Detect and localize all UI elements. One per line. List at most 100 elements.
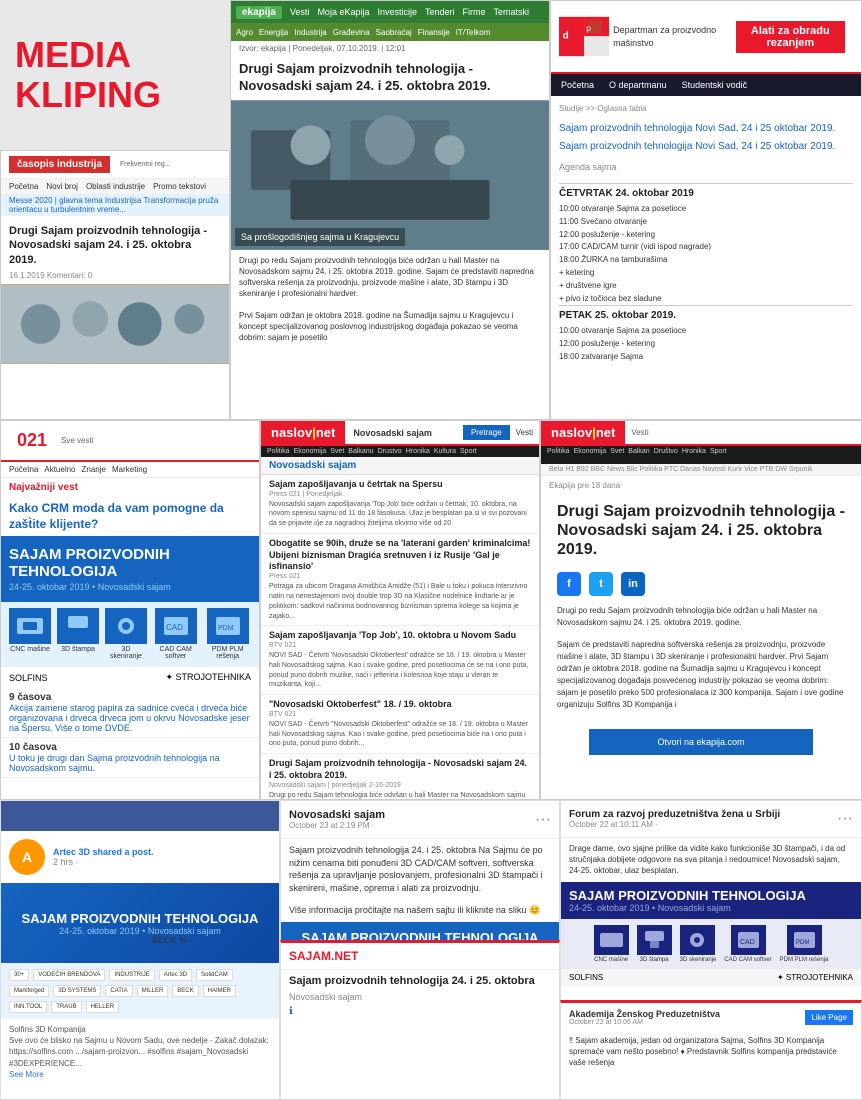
sajam-net-subtitle: Novosadski sajam [281,992,559,1002]
departman-nav-home[interactable]: Početna [561,80,594,90]
naslovi-nav-hronika[interactable]: Hronika [406,448,430,455]
forum-solfins-label: SOLFINS [569,973,603,982]
linkedin-btn[interactable]: in [621,572,645,596]
fb-novosadski-more-text: Više informacija pročitajte na našem saj… [281,899,559,922]
o21-sajam-title: SAJAM PROIZVODNIH TEHNOLOGIJA [9,546,251,580]
ekapija-nav-firme[interactable]: Firme [463,7,486,17]
academy-like-btn[interactable]: Like Page [805,1010,853,1025]
forum-icon-cnc: CNC mašine [594,925,629,963]
forum-icon-3d-label: 3D štampa [637,957,672,963]
o21-nav-znanje[interactable]: Znanje [82,465,106,474]
naslovi-nav-svet[interactable]: Svet [330,448,344,455]
naslovi-article-5-title[interactable]: Drugi Sajam proizvodnih tehnologija - No… [269,758,531,781]
naslovi-right-nav-balkan[interactable]: Balkan [628,448,649,462]
fb-novosadski-name-date: Novosadski sajam October 23 at 2:19 PM · [289,809,385,830]
naslovi-nav-drustvo[interactable]: Drustvo [378,448,402,455]
naslovi-article-4-title[interactable]: "Novosadski Oktoberfest" 18. / 19. oktob… [269,699,531,711]
industrija-nav-novi[interactable]: Novi broj [46,182,78,191]
naslovi-article-5: Drugi Sajam proizvodnih tehnologija - No… [261,754,539,800]
naslovi-article-3: Sajam zapošljavanja 'Top Job', 10. oktob… [261,626,539,695]
naslovi-right-nav-svet[interactable]: Svet [610,448,624,462]
ekapija-subnav-industrija[interactable]: Industrija [294,28,326,37]
naslovi-nav-balkan[interactable]: Balkanu [348,448,373,455]
industrija-nav-oblasti[interactable]: Oblasti industrije [86,182,145,191]
o21-nav-aktuelno[interactable]: Aktuelno [44,465,75,474]
naslovi-right-nav-hronika[interactable]: Hronika [682,448,706,462]
naslovi-right-nav-politika[interactable]: Politika [547,448,570,462]
ekapija-nav-moja[interactable]: Moja eKapija [317,7,369,17]
fb-solfins-company[interactable]: Solfins 3D Kompanija [9,1024,271,1035]
ekapija-logo-text: ekapija [236,6,282,19]
o21-time-article-1[interactable]: Akcija zamene starog papira za sadnice c… [9,703,251,733]
forum-icon-pdm-label: PDM PLM rešenja [780,957,829,963]
naslovi-right-nav-sport[interactable]: Sport [710,448,727,462]
naslovi-right-nav-drustvo[interactable]: Društvo [654,448,678,462]
ekapija-subnav-finansije[interactable]: Finansije [418,28,450,37]
o21-time-article-2[interactable]: U toku je drugi dan Sajma proizvodnih te… [9,753,251,773]
naslovi-nav-kultura[interactable]: Kultura [434,448,456,455]
departman-nav-guide[interactable]: Studentski vodič [682,80,748,90]
ekapija-subnav-saobracaj[interactable]: Saobraćaj [376,28,412,37]
o21-nav-pocetna[interactable]: Početna [9,465,38,474]
schedule-friday-2: 12:00 posluženje - ketering [559,338,853,351]
fb-solfins-see-more[interactable]: See More [9,1069,271,1080]
naslovi-nav-sport[interactable]: Sport [460,448,477,455]
ekapija-subnav-it[interactable]: IT/Telkom [456,28,491,37]
naslovi-article-2-title[interactable]: Obogatite se 90ih, druže se na 'laterani… [269,538,531,573]
fb-solfins-name[interactable]: Artec 3D shared a post. [53,847,154,857]
naslovi-right-block: naslov|net Vesti Politika Ekonomija Svet… [540,420,862,800]
naslovi-left-section: Novosadski sajam [345,424,440,442]
o21-icon-cnc-img [9,608,51,644]
fb-novosadski-more-btn[interactable]: ··· [535,811,551,829]
fb-logo-30plus: 30+ [9,969,29,981]
forum-zena-sajam-banner: SAJAM PROIZVODNIH TEHNOLOGIJA 24-25. okt… [561,882,861,919]
fb-novosadski-date: October 23 at 2:19 PM · [289,821,385,830]
o21-nav-marketing[interactable]: Marketing [112,465,147,474]
facebook-btn[interactable]: f [557,572,581,596]
naslovi-nav-ekonomija[interactable]: Ekonomija [294,448,327,455]
ekapija-subnav-agro[interactable]: Agro [236,28,253,37]
o21-time-section-1: 9 časova Akcija zamene starog papira za … [1,688,259,738]
forum-zena-name[interactable]: Forum za razvoj preduzetništva žena u Sr… [569,809,780,820]
departman-link-1[interactable]: Sajam proizvodnih tehnologija Novi Sad, … [559,121,853,136]
forum-icon-sken: 3D skeniranje [680,925,717,963]
ekapija-nav-vesti[interactable]: Vesti [290,7,310,17]
o21-solfins-label: SOLFINS [9,673,48,683]
o21-icon-3d-sken-img [105,608,147,644]
industrija-nav-home[interactable]: Početna [9,182,38,191]
forum-zena-more-btn[interactable]: ··· [837,810,853,828]
fb-novosadski-name[interactable]: Novosadski sajam [289,809,385,821]
ekapija-nav-investicije[interactable]: Investicije [377,7,417,17]
naslovi-left-btn[interactable]: Pretrage [463,425,510,440]
departman-link-2[interactable]: Sajam proizvodnih tehnologija Novi Sad, … [559,139,853,154]
industrija-article-title: Drugi Sajam proizvodnih tehnologija - No… [1,216,229,271]
o21-icon-cadcam: CAD CAD CAM softver [153,608,198,660]
departman-nav-about[interactable]: O departmanu [609,80,667,90]
departman-nav: Početna O departmanu Studentski vodič [551,74,861,96]
naslovi-right-social-btns: f t in [549,568,853,600]
ekapija-nav-tematski[interactable]: Tematski [494,7,530,17]
o21-article-title[interactable]: Kako CRM moda da vam pomogne da zašt̀ite… [1,497,259,536]
academy-name[interactable]: Akademija Ženskog Preduzetništva [569,1009,720,1019]
ekapija-open-btn[interactable]: Otvori na ekapija.com [589,729,813,755]
industrija-logo: časopis industrija [9,156,110,173]
industrija-nav-promo[interactable]: Promo tekstovi [153,182,206,191]
naslovi-right-article-title[interactable]: Drugi Sajam proizvodnih tehnologija - No… [549,494,853,568]
o21-nav-home[interactable]: Sve vesti [61,436,93,445]
schedule-item-7: + društvene igre [559,280,853,293]
naslovi-nav-politika[interactable]: Politika [267,448,290,455]
ekapija-subnav-gradjevina[interactable]: Građevina [333,28,370,37]
sajam-net-article-title[interactable]: Sajam proizvodnih tehnologija 24. i 25. … [281,970,559,992]
naslovi-article-3-title[interactable]: Sajam zapošljavanja 'Top Job', 10. oktob… [269,630,531,642]
o21-icon-pdm: PDM PDM PLM rešenja [204,608,251,660]
ekapija-subnav-energija[interactable]: Energija [259,28,288,37]
forum-strojotehnika-label: ✦ STROJOTEHNIKA [777,973,853,982]
twitter-btn[interactable]: t [589,572,613,596]
ekapija-nav-tenderi[interactable]: Tenderi [425,7,455,17]
forum-icon-3d: 3D štampa [637,925,672,963]
naslovi-right-nav-ekonomija[interactable]: Ekonomija [574,448,607,462]
o21-icon-pdm-label: PDM PLM rešenja [204,646,251,660]
naslovi-article-1-title[interactable]: Sajam zapošljavanja u četrtak na Spersu [269,479,531,491]
fb-logo-inntool: INN.TOOL [9,1001,47,1013]
schedule-item-4: 17:00 CAD/CAM turnir (vidi ispod nagrade… [559,241,853,254]
